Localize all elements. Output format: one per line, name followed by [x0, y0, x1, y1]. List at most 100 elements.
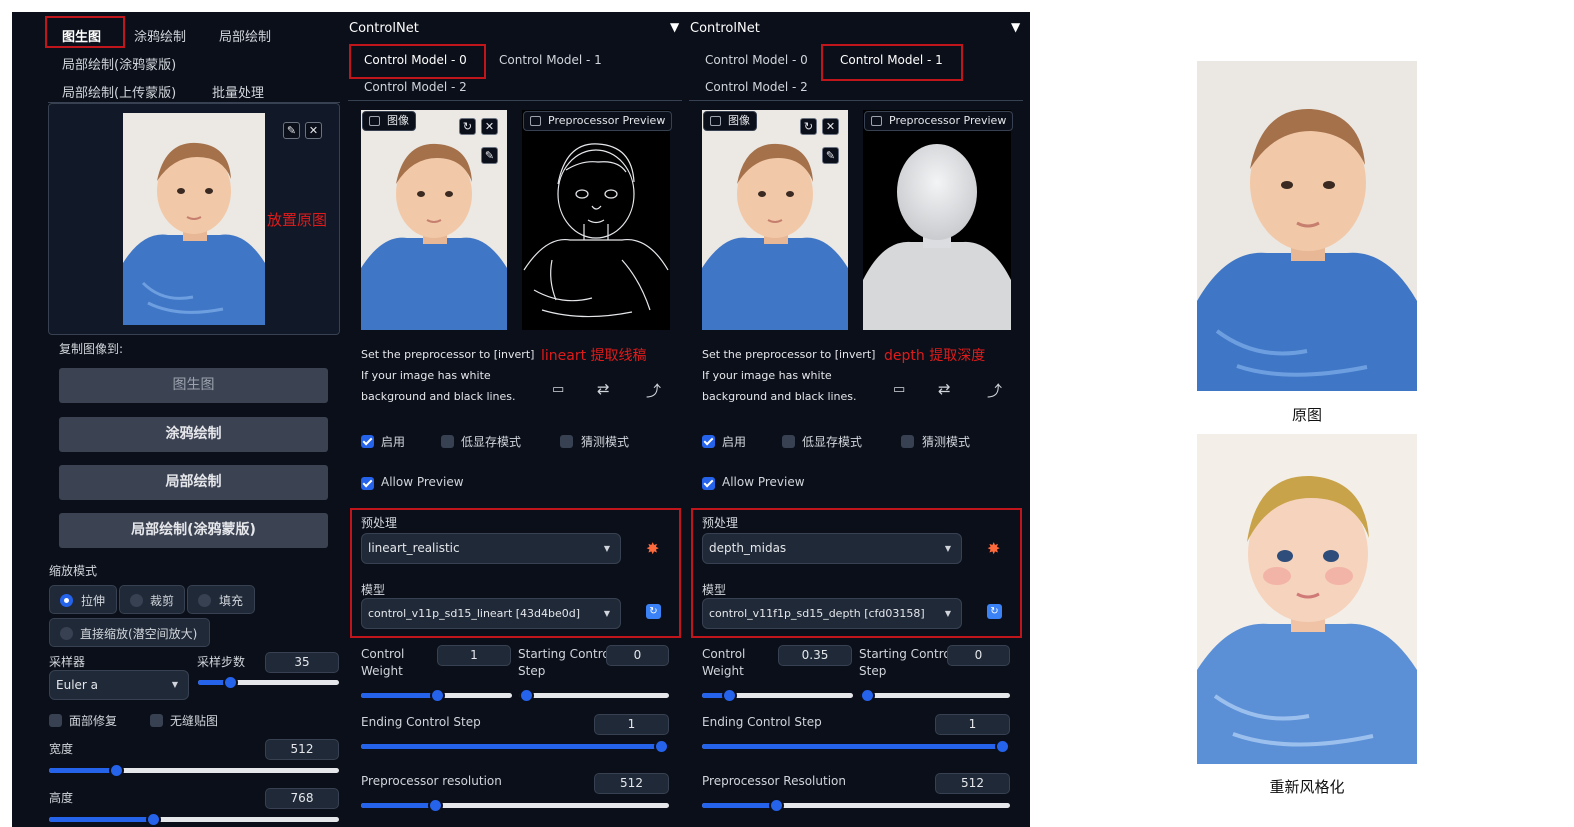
control-weight-handle[interactable] [429, 688, 445, 703]
rotate-icon[interactable]: ↻ [800, 118, 817, 135]
preprocessor-value: depth_midas [709, 541, 787, 555]
preprocessor-resolution-slider[interactable] [361, 798, 669, 813]
invert-hint-line1: Set the preprocessor to [invert] [361, 348, 535, 361]
height-slider-handle[interactable] [146, 812, 162, 827]
width-slider-handle[interactable] [108, 763, 124, 778]
camera-icon[interactable]: ▭ [893, 382, 905, 397]
swap-icon[interactable]: ⇄ [597, 380, 610, 398]
enable-label: 启用 [722, 435, 747, 449]
tab-control-model-2[interactable]: Control Model - 2 [705, 80, 808, 94]
tab-control-model-2[interactable]: Control Model - 2 [364, 80, 467, 94]
enable-checkbox[interactable] [361, 435, 374, 448]
control-weight-input[interactable]: 0.35 [778, 645, 852, 666]
control-weight-handle[interactable] [722, 688, 738, 703]
lowvram-checkbox[interactable] [782, 435, 795, 448]
preprocessor-resolution-input[interactable]: 512 [935, 773, 1010, 794]
resize-stretch-radio[interactable] [60, 594, 73, 607]
resize-mode-stretch[interactable]: 拉伸 [49, 585, 117, 614]
preprocessor-resolution-slider[interactable] [702, 798, 1010, 813]
rotate-icon[interactable]: ↻ [459, 118, 476, 135]
resize-fill-radio[interactable] [198, 594, 211, 607]
control-weight-input[interactable]: 1 [437, 645, 511, 666]
starting-step-slider[interactable] [519, 688, 669, 703]
tab-inpaint-upload[interactable]: 局部绘制(上传蒙版) [62, 82, 176, 101]
model-label: 模型 [702, 583, 727, 597]
copy-to-sketch-button[interactable]: 涂鸦绘制 [59, 417, 328, 452]
starting-step-label-l2: Step [518, 664, 546, 678]
swap-icon[interactable]: ⇄ [938, 380, 951, 398]
steps-slider[interactable] [198, 675, 339, 690]
close-icon[interactable]: ✕ [481, 118, 498, 135]
face-restore-checkbox[interactable] [49, 714, 62, 727]
send-dimensions-icon[interactable]: ⤴ [646, 380, 661, 401]
preprocessor-resolution-handle[interactable] [427, 798, 443, 813]
steps-input[interactable]: 35 [265, 652, 339, 673]
control-weight-slider[interactable] [361, 688, 512, 703]
preprocessor-select[interactable]: lineart_realistic ▼ [361, 533, 621, 564]
control-weight-slider[interactable] [702, 688, 853, 703]
height-slider[interactable] [49, 812, 339, 827]
tab-control-model-1[interactable]: Control Model - 1 [499, 53, 602, 67]
brush-icon[interactable]: ✎ [481, 147, 498, 164]
sampler-select[interactable]: Euler a ▼ [49, 670, 189, 700]
allow-preview-checkbox[interactable] [702, 477, 715, 490]
lowvram-label: 低显存模式 [461, 435, 522, 449]
tab-batch[interactable]: 批量处理 [212, 82, 264, 101]
collapse-icon[interactable]: ▼ [1011, 20, 1020, 34]
send-dimensions-icon[interactable]: ⤴ [987, 380, 1002, 401]
resize-crop-radio[interactable] [130, 594, 143, 607]
controlnet-header[interactable]: ControlNet [690, 21, 760, 36]
resize-mode-latent[interactable]: 直接缩放(潜空间放大) [49, 618, 210, 647]
ending-step-slider[interactable] [361, 739, 669, 754]
model-select[interactable]: control_v11f1p_sd15_depth [cfd03158] ▼ [702, 598, 962, 629]
steps-slider-handle[interactable] [223, 675, 239, 690]
tab-sketch[interactable]: 涂鸦绘制 [134, 26, 186, 45]
close-icon[interactable]: ✕ [305, 122, 322, 139]
height-input[interactable]: 768 [265, 788, 339, 809]
resize-mode-fill[interactable]: 填充 [187, 585, 255, 614]
ending-step-slider[interactable] [702, 739, 1010, 754]
preprocessor-select[interactable]: depth_midas ▼ [702, 533, 962, 564]
copy-to-inpaint-button[interactable]: 局部绘制 [59, 465, 328, 500]
ending-step-handle[interactable] [654, 739, 669, 754]
run-preprocessor-icon[interactable]: ✸ [987, 539, 1000, 558]
copy-to-img2img-button[interactable]: 图生图 [59, 368, 328, 403]
starting-step-input[interactable]: 0 [947, 645, 1010, 666]
starting-step-handle[interactable] [519, 688, 534, 703]
model-select[interactable]: control_v11p_sd15_lineart [43d4be0d] ▼ [361, 598, 621, 629]
camera-icon[interactable]: ▭ [552, 382, 564, 397]
edit-icon[interactable]: ✎ [283, 122, 300, 139]
refresh-models-icon[interactable]: ↻ [987, 604, 1002, 619]
brush-icon[interactable]: ✎ [822, 147, 839, 164]
resize-mode-crop[interactable]: 裁剪 [119, 585, 185, 614]
starting-step-slider[interactable] [860, 688, 1010, 703]
starting-step-label-l1: Starting Control [859, 647, 955, 661]
ending-step-input[interactable]: 1 [594, 714, 669, 735]
refresh-models-icon[interactable]: ↻ [646, 604, 661, 619]
controlnet-header[interactable]: ControlNet [349, 21, 419, 36]
run-preprocessor-icon[interactable]: ✸ [646, 539, 659, 558]
tab-inpaint[interactable]: 局部绘制 [219, 26, 271, 45]
tab-control-model-0[interactable]: Control Model - 0 [705, 53, 808, 67]
guess-mode-checkbox[interactable] [560, 435, 573, 448]
ending-step-handle[interactable] [995, 739, 1010, 754]
width-slider[interactable] [49, 763, 339, 778]
width-input[interactable]: 512 [265, 739, 339, 760]
close-icon[interactable]: ✕ [822, 118, 839, 135]
enable-checkbox[interactable] [702, 435, 715, 448]
starting-step-input[interactable]: 0 [606, 645, 669, 666]
image-label: 图像 [387, 114, 409, 127]
preprocessor-resolution-handle[interactable] [768, 798, 784, 813]
preprocessor-resolution-input[interactable]: 512 [594, 773, 669, 794]
tab-inpaint-sketch[interactable]: 局部绘制(涂鸦蒙版) [62, 54, 176, 73]
tiling-checkbox[interactable] [150, 714, 163, 727]
lowvram-checkbox[interactable] [441, 435, 454, 448]
copy-to-inpaint-sketch-button[interactable]: 局部绘制(涂鸦蒙版) [59, 513, 328, 548]
starting-step-handle[interactable] [860, 688, 875, 703]
allow-preview-checkbox[interactable] [361, 477, 374, 490]
collapse-icon[interactable]: ▼ [670, 20, 679, 34]
copy-to-label: 复制图像到: [59, 342, 124, 356]
guess-mode-checkbox[interactable] [901, 435, 914, 448]
ending-step-input[interactable]: 1 [935, 714, 1010, 735]
resize-latent-radio[interactable] [60, 627, 73, 640]
